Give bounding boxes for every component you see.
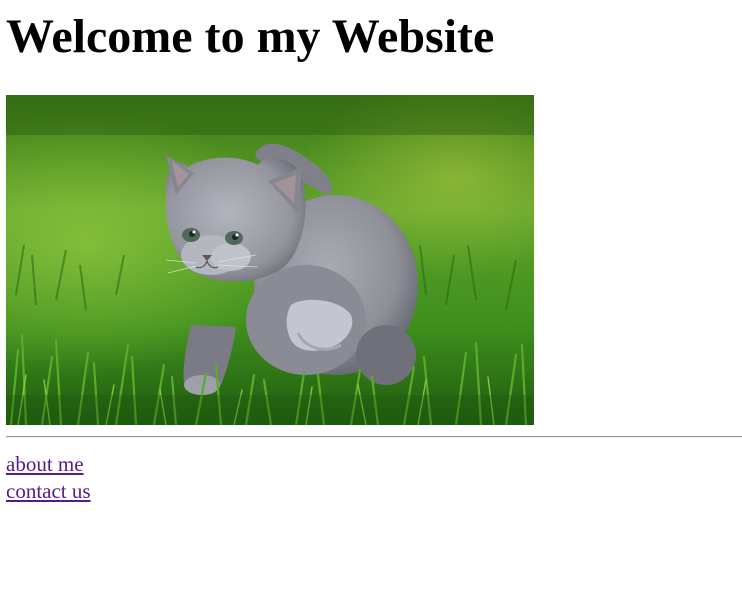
contact-us-link[interactable]: contact us <box>6 478 91 505</box>
horizontal-rule <box>6 436 742 438</box>
page-title: Welcome to my Website <box>6 10 495 63</box>
about-me-link[interactable]: about me <box>6 451 84 478</box>
nav-links: about me contact us <box>6 451 91 505</box>
kitten-photo <box>6 95 534 425</box>
